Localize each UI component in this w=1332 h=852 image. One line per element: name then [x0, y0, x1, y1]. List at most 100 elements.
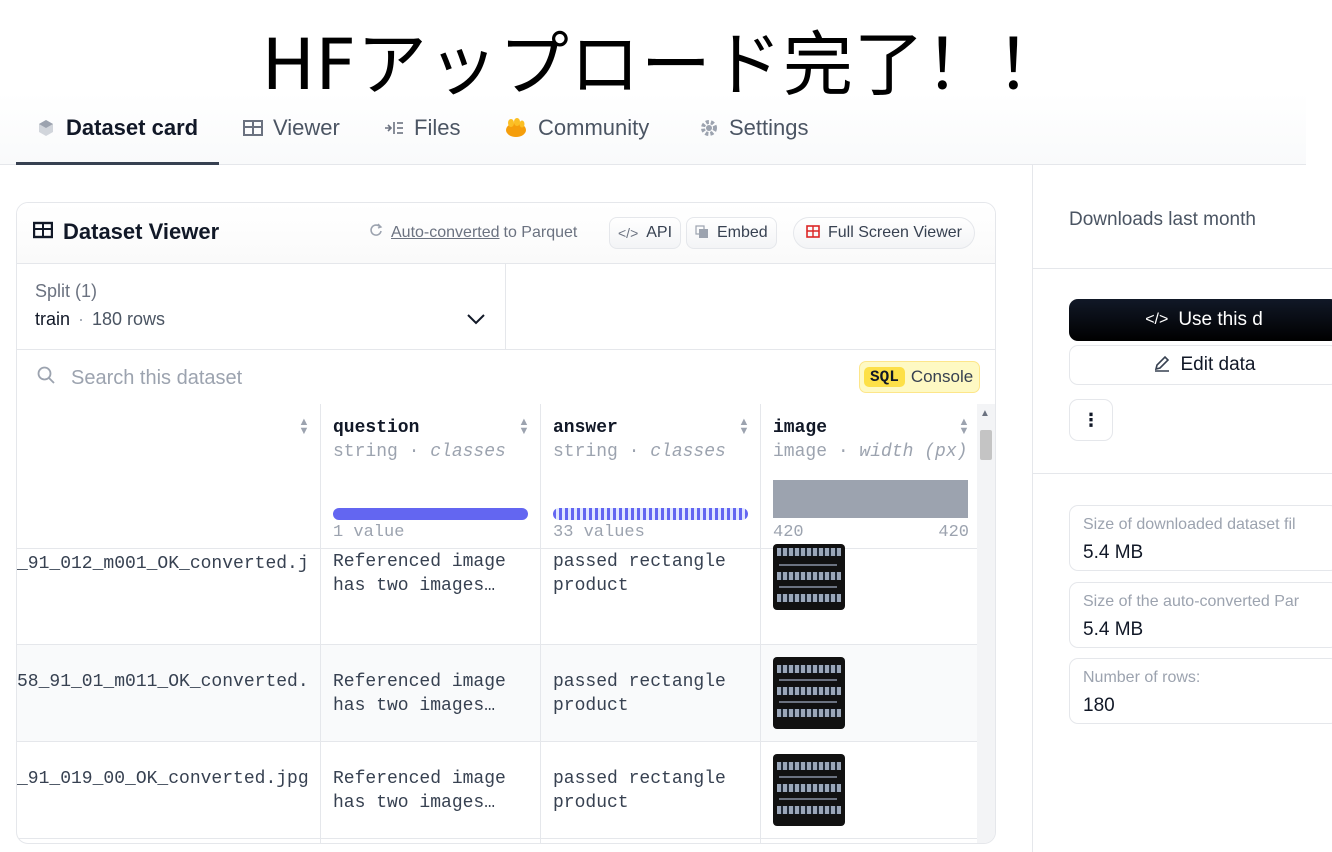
embed-button-label: Embed: [717, 224, 768, 241]
cell-text: passed rectangle product: [553, 672, 726, 716]
value-distribution-bar[interactable]: [333, 508, 528, 520]
gear-icon: [699, 118, 719, 138]
column-header: question string · classes ▲ ▼ 1 value: [321, 404, 540, 549]
stat-value: 5.4 MB: [1083, 619, 1144, 640]
stat-row-count: Number of rows: 180: [1069, 658, 1332, 724]
column-footer-max: 420: [938, 523, 969, 542]
table-cell[interactable]: Referenced image has two images…: [321, 645, 540, 742]
use-button-label: Use this d: [1178, 309, 1263, 330]
full-screen-viewer-label: Full Screen Viewer: [828, 224, 962, 241]
chevron-down-icon[interactable]: [467, 309, 485, 330]
column-header: ▲ ▼: [17, 404, 320, 549]
column-name: question: [333, 418, 420, 438]
code-icon: </>: [618, 225, 639, 241]
search-input[interactable]: [69, 360, 773, 396]
code-icon: </>: [1145, 311, 1169, 328]
viewer-title-text: Dataset Viewer: [63, 219, 220, 244]
tab-label: Settings: [729, 115, 809, 140]
table-cell[interactable]: passed rectangle product: [541, 742, 760, 839]
split-empty-area: [506, 263, 995, 350]
cell-text: _91_012_m001_OK_converted.j: [17, 554, 309, 574]
sort-icon[interactable]: ▲ ▼: [297, 417, 311, 437]
auto-converted-rest: to Parquet: [503, 223, 578, 241]
use-this-dataset-button[interactable]: </> Use this d: [1069, 299, 1332, 341]
table-cell[interactable]: passed rectangle product: [541, 548, 760, 645]
edit-dataset-card-button[interactable]: Edit data: [1069, 345, 1332, 385]
table-cell[interactable]: Referenced image has two images…: [321, 742, 540, 839]
table-icon: [806, 225, 820, 241]
image-thumbnail[interactable]: [773, 544, 845, 610]
table-cell[interactable]: [761, 544, 977, 645]
sql-console-label: Console: [910, 367, 974, 386]
scroll-up-icon[interactable]: ▲: [980, 408, 990, 419]
more-options-button[interactable]: ⋮: [1069, 399, 1113, 441]
column-footer: 33 values: [553, 523, 645, 542]
table-cell[interactable]: 58_91_01_m011_OK_converted.: [17, 645, 320, 742]
split-selector[interactable]: Split (1) train · 180 rows: [17, 263, 506, 350]
stat-key: Size of downloaded dataset fil: [1083, 516, 1296, 533]
table-icon: [243, 119, 263, 137]
scrollbar-thumb[interactable]: [980, 430, 992, 460]
cell-text: Referenced image has two images…: [333, 672, 506, 716]
full-screen-viewer-button[interactable]: Full Screen Viewer: [793, 217, 975, 249]
hand-icon: [504, 117, 528, 139]
tab-label: Files: [414, 115, 461, 140]
sort-icon[interactable]: ▲ ▼: [957, 417, 971, 437]
dataset-viewer: Dataset Viewer Auto-converted to Parquet…: [16, 202, 996, 844]
files-icon: [384, 119, 404, 137]
viewer-header: Dataset Viewer Auto-converted to Parquet…: [17, 203, 995, 264]
table-cell[interactable]: _91_012_m001_OK_converted.j: [17, 548, 320, 645]
table-cell[interactable]: _91_019_00_OK_converted.jpg: [17, 742, 320, 839]
column-header: image image · width (px) ▲ ▼ 420 420: [761, 404, 977, 549]
column-type: image · width (px): [773, 442, 968, 462]
table-cell[interactable]: [761, 645, 977, 742]
value-distribution-bar[interactable]: [553, 508, 748, 520]
sort-icon[interactable]: ▲ ▼: [737, 417, 751, 437]
image-thumbnail[interactable]: [773, 754, 845, 826]
sql-tag: SQL: [864, 367, 905, 387]
histogram-bar[interactable]: [773, 480, 968, 518]
split-value: train · 180 rows: [35, 309, 166, 329]
image-thumbnail[interactable]: [773, 657, 845, 729]
tab-dataset-card[interactable]: Dataset card: [36, 92, 198, 164]
tab-label: Dataset card: [66, 115, 199, 140]
api-button[interactable]: </> API: [609, 217, 682, 249]
table-column-question: question string · classes ▲ ▼ 1 value Ref…: [321, 404, 541, 843]
refresh-icon: [369, 223, 383, 242]
column-type: string · classes: [553, 442, 726, 462]
edit-button-label: Edit data: [1180, 354, 1256, 375]
overlay-title: HFアップロード完了！！: [262, 24, 1067, 106]
column-footer-min: 420: [773, 523, 804, 542]
column-name: image: [773, 418, 828, 438]
sort-icon[interactable]: ▲ ▼: [517, 417, 531, 437]
split-rows: 180 rows: [92, 309, 166, 329]
api-button-label: API: [646, 224, 673, 241]
table-cell[interactable]: passed rectangle product: [541, 645, 760, 742]
downloads-label: Downloads last month: [1069, 209, 1256, 230]
divider: [1033, 473, 1332, 474]
sql-console-button[interactable]: SQL Console: [859, 361, 981, 393]
table-scrollbar[interactable]: [977, 404, 995, 843]
split-label: Split (1): [35, 281, 98, 301]
column-name: answer: [553, 418, 618, 438]
stat-value: 180: [1083, 695, 1115, 716]
table-column-image: image image · width (px) ▲ ▼ 420 420: [761, 404, 977, 843]
table-cell[interactable]: Referenced image has two images…: [321, 548, 540, 645]
stat-key: Size of the auto-converted Par: [1083, 593, 1300, 610]
table-cell[interactable]: [761, 742, 977, 839]
copy-icon: [695, 224, 709, 242]
stat-parquet-size: Size of the auto-converted Par 5.4 MB: [1069, 582, 1332, 648]
tab-label: Community: [538, 115, 650, 140]
auto-converted-link[interactable]: Auto-converted: [391, 224, 500, 242]
cell-text: Referenced image has two images…: [333, 552, 506, 596]
embed-button[interactable]: Embed: [686, 217, 777, 249]
stat-key: Number of rows:: [1083, 669, 1201, 686]
auto-converted-note: Auto-converted to Parquet: [369, 223, 577, 242]
search-row: SQL Console: [17, 350, 995, 405]
column-type: string · classes: [333, 442, 506, 462]
right-sidebar: Downloads last month </> Use this d Edit…: [1032, 165, 1332, 852]
stat-value: 5.4 MB: [1083, 542, 1144, 563]
cell-text: _91_019_00_OK_converted.jpg: [17, 769, 309, 789]
divider: [1033, 268, 1332, 269]
tab-label: Viewer: [273, 115, 340, 140]
